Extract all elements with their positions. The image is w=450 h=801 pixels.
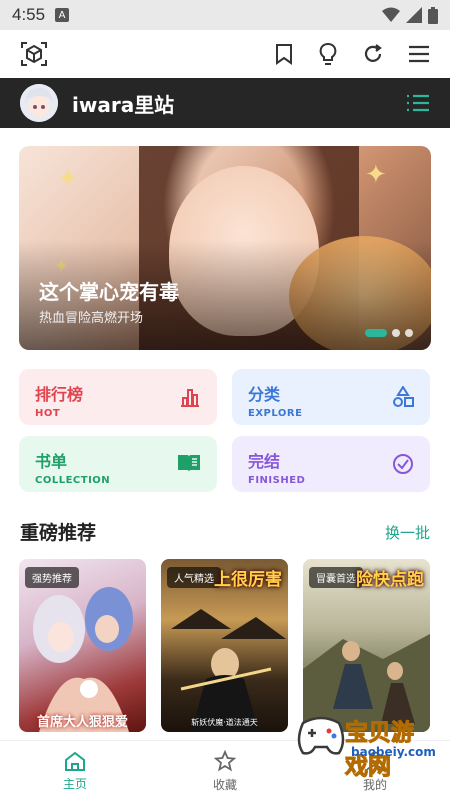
category-subtitle: COLLECTION — [35, 475, 111, 486]
category-collection[interactable]: 书单 COLLECTION — [19, 436, 217, 492]
bar-chart-icon — [179, 386, 201, 408]
card-tag: 强势推荐 — [25, 567, 79, 588]
home-icon — [64, 751, 86, 771]
status-bar: 4:55 A — [0, 0, 450, 30]
category-title: 完结 — [248, 452, 281, 471]
book-icon — [177, 453, 201, 473]
card-title: 首席大人狠狠爱 — [36, 715, 128, 730]
category-subtitle: HOT — [35, 408, 61, 419]
hero-banner[interactable]: ✦ ✦ ✦ 这个掌心宠有毒 热血冒险高燃开场 — [19, 146, 431, 350]
check-circle-icon — [392, 453, 414, 475]
gamepad-icon — [297, 716, 345, 755]
category-finished[interactable]: 完结 FINISHED — [232, 436, 430, 492]
category-title: 排行榜 — [35, 385, 84, 404]
carousel-indicator[interactable] — [365, 329, 413, 337]
category-hot[interactable]: 排行榜 HOT — [19, 369, 217, 425]
notification-icon: A — [55, 8, 70, 22]
banner-subtitle: 热血冒险高燃开场 — [39, 311, 144, 326]
section-title: 重磅推荐 — [20, 522, 97, 544]
bookmark-icon[interactable] — [274, 43, 294, 65]
card-tag: 冒囊首选 — [309, 567, 363, 588]
watermark: 宝贝游戏网 baobeiy.com — [295, 705, 436, 781]
carousel-dot[interactable] — [392, 329, 400, 337]
nav-favorites[interactable]: 收藏 — [175, 749, 275, 793]
site-title: iwara里站 — [72, 92, 175, 117]
banner-title: 这个掌心宠有毒 — [39, 280, 179, 304]
refresh-icon[interactable] — [362, 43, 384, 65]
lightbulb-icon[interactable] — [318, 42, 338, 66]
card-tag: 人气精选 — [167, 567, 221, 588]
carousel-dot[interactable] — [405, 329, 413, 337]
carousel-dot-active[interactable] — [365, 329, 387, 337]
avatar[interactable] — [20, 84, 58, 122]
star-icon — [214, 749, 236, 772]
nav-home[interactable]: 主页 — [25, 751, 125, 792]
category-title: 分类 — [248, 385, 281, 404]
nav-favorites-label: 收藏 — [212, 777, 237, 792]
battery-icon — [428, 6, 438, 24]
book-card[interactable]: 人气精选 上很厉害 斩妖伏魔·道法通天 — [161, 559, 288, 732]
card-subtitle: 斩妖伏魔·道法通天 — [191, 718, 258, 727]
category-explore[interactable]: 分类 EXPLORE — [232, 369, 430, 425]
card-headline: 险快点跑 — [356, 570, 424, 590]
menu-icon[interactable] — [408, 45, 430, 63]
top-toolbar — [0, 30, 450, 78]
signal-icon — [406, 7, 422, 23]
status-time: 4:55 — [12, 5, 46, 24]
card-headline: 上很厉害 — [214, 570, 282, 590]
site-header: iwara里站 — [0, 78, 450, 128]
watermark-url: baobeiy.com — [351, 745, 436, 759]
category-subtitle: FINISHED — [248, 475, 306, 486]
app-logo-icon[interactable] — [20, 40, 48, 68]
sparkle-icon: ✦ — [365, 160, 387, 190]
wifi-icon — [382, 7, 400, 23]
book-card[interactable]: 强势推荐 首席大人狠狠爱 — [19, 559, 146, 732]
list-menu-icon[interactable] — [406, 93, 430, 113]
shapes-icon — [392, 386, 414, 408]
category-subtitle: EXPLORE — [248, 408, 303, 419]
refresh-batch-link[interactable]: 换一批 — [385, 522, 430, 543]
sparkle-icon: ✦ — [57, 164, 79, 194]
nav-home-label: 主页 — [62, 776, 87, 791]
